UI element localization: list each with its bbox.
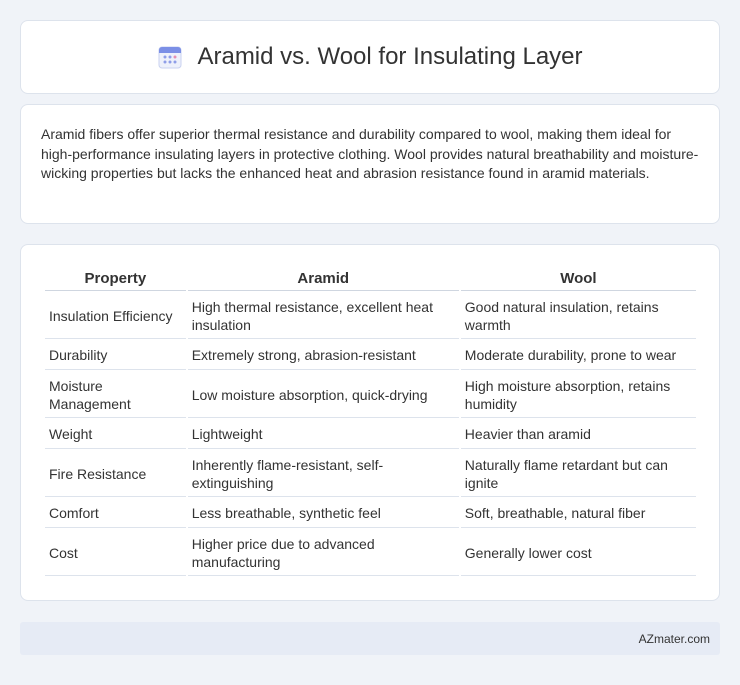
- header-wool: Wool: [460, 267, 696, 291]
- table-row: Weight Lightweight Heavier than aramid: [45, 420, 696, 449]
- cell-aramid: Less breathable, synthetic feel: [187, 499, 459, 528]
- footer-bar: AZmater.com: [20, 622, 720, 655]
- cell-wool: Generally lower cost: [460, 530, 696, 576]
- cell-aramid: Low moisture absorption, quick-drying: [187, 372, 459, 418]
- footer-site-link[interactable]: AZmater.com: [639, 632, 710, 646]
- comparison-table-card: Property Aramid Wool Insulation Efficien…: [20, 244, 720, 601]
- calendar-icon: [157, 44, 183, 70]
- table-row: Fire Resistance Inherently flame-resista…: [45, 451, 696, 497]
- table-row: Cost Higher price due to advanced manufa…: [45, 530, 696, 576]
- table-row: Insulation Efficiency High thermal resis…: [45, 293, 696, 339]
- comparison-table: Property Aramid Wool Insulation Efficien…: [43, 265, 698, 578]
- cell-wool: Moderate durability, prone to wear: [460, 341, 696, 370]
- cell-wool: Good natural insulation, retains warmth: [460, 293, 696, 339]
- table-header-row: Property Aramid Wool: [45, 267, 696, 291]
- cell-wool: High moisture absorption, retains humidi…: [460, 372, 696, 418]
- summary-text: Aramid fibers offer superior thermal res…: [41, 126, 699, 181]
- cell-aramid: High thermal resistance, excellent heat …: [187, 293, 459, 339]
- cell-wool: Heavier than aramid: [460, 420, 696, 449]
- cell-aramid: Lightweight: [187, 420, 459, 449]
- cell-aramid: Inherently flame-resistant, self-extingu…: [187, 451, 459, 497]
- cell-aramid: Higher price due to advanced manufacturi…: [187, 530, 459, 576]
- table-row: Durability Extremely strong, abrasion-re…: [45, 341, 696, 370]
- table-row: Moisture Management Low moisture absorpt…: [45, 372, 696, 418]
- title-wrap: Aramid vs. Wool for Insulating Layer: [157, 43, 583, 71]
- cell-property: Durability: [45, 341, 186, 370]
- cell-wool: Naturally flame retardant but can ignite: [460, 451, 696, 497]
- header-aramid: Aramid: [187, 267, 459, 291]
- cell-property: Moisture Management: [45, 372, 186, 418]
- cell-property: Cost: [45, 530, 186, 576]
- cell-aramid: Extremely strong, abrasion-resistant: [187, 341, 459, 370]
- cell-wool: Soft, breathable, natural fiber: [460, 499, 696, 528]
- header-card: Aramid vs. Wool for Insulating Layer: [20, 20, 720, 94]
- cell-property: Fire Resistance: [45, 451, 186, 497]
- summary-card: Aramid fibers offer superior thermal res…: [20, 104, 720, 224]
- page-title: Aramid vs. Wool for Insulating Layer: [197, 43, 583, 70]
- cell-property: Weight: [45, 420, 186, 449]
- table-row: Comfort Less breathable, synthetic feel …: [45, 499, 696, 528]
- cell-property: Comfort: [45, 499, 186, 528]
- cell-property: Insulation Efficiency: [45, 293, 186, 339]
- header-property: Property: [45, 267, 186, 291]
